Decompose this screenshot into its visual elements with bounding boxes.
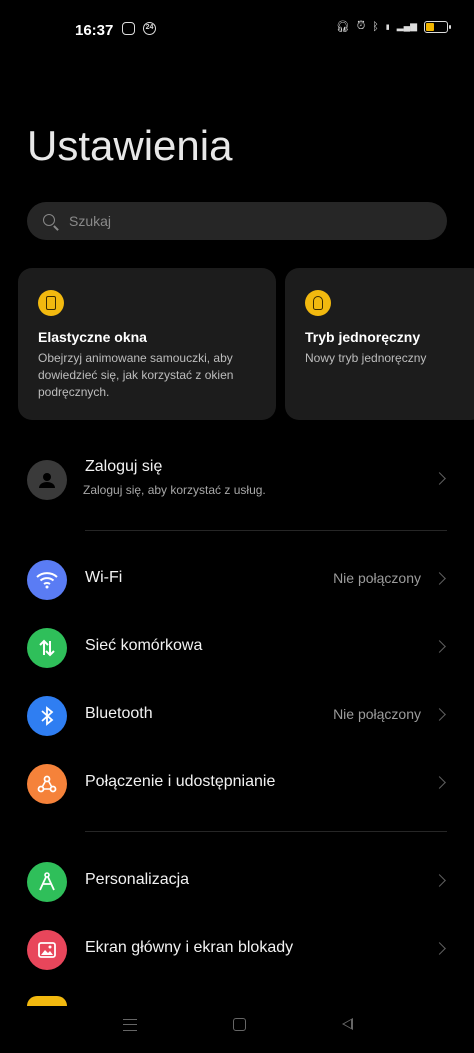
account-subtitle: Zaloguj się, aby korzystać z usług. [83,483,266,497]
account-title: Zaloguj się [85,458,163,475]
settings-item-label: Ekran główny i ekran blokady [85,939,294,956]
battery-icon [424,20,451,33]
instagram-icon [122,22,135,35]
settings-item-wifi[interactable]: Wi-Fi Nie połączony [0,550,474,610]
tip-card-flexible-windows[interactable]: Elastyczne okna Obejrzyj animowane samou… [18,268,276,420]
chevron-right-icon [433,640,446,653]
search-placeholder: Szukaj [69,213,112,229]
chevron-right-icon [433,708,446,721]
tip-title: Elastyczne okna [38,329,147,345]
volte-icon: ▮ [385,23,390,31]
headphones-icon: 🎧︎ [335,21,350,33]
page-title: Ustawienia [27,122,233,169]
settings-item-label: Wi-Fi [85,569,123,586]
notification-24-icon: 24 [143,22,156,35]
search-icon [43,214,55,226]
settings-item-label: Personalizacja [85,871,190,888]
mobile-data-icon [27,628,67,668]
bluetooth-icon: ᛒ [372,20,379,33]
settings-item-value: Nie połączony [333,570,421,586]
settings-item-home-lock-screen[interactable]: Ekran główny i ekran blokady [0,920,474,980]
wifi-icon [27,560,67,600]
one-hand-mode-icon [305,290,331,316]
tip-description: Nowy tryb jednoręczny [305,351,427,365]
settings-item-bluetooth[interactable]: Bluetooth Nie połączony [0,686,474,746]
settings-item-label: Połączenie i udostępnianie [85,773,276,790]
avatar-icon [27,460,67,500]
home-icon[interactable] [233,1018,246,1031]
flexible-window-icon [38,290,64,316]
settings-item-personalization[interactable]: Personalizacja [0,852,474,912]
settings-item-label: Sieć komórkowa [85,637,203,654]
navigation-bar [0,1000,474,1053]
account-row[interactable]: Zaloguj się Zaloguj się, aby korzystać z… [0,450,474,510]
personalization-icon [27,862,67,902]
bluetooth-icon [27,696,67,736]
search-input[interactable]: Szukaj [27,202,447,240]
chevron-right-icon [433,472,446,485]
chevron-right-icon [433,572,446,585]
status-bar: 16:37 24 🎧︎ ⏰︎ ᛒ ▮ ▂▄▆ [0,0,474,60]
signal-icon: ▂▄▆ [396,21,417,31]
home-lock-screen-icon [27,930,67,970]
status-time: 16:37 [75,22,114,39]
menu-icon[interactable] [123,1019,137,1031]
settings-item-mobile-network[interactable]: Sieć komórkowa [0,618,474,678]
chevron-right-icon [433,776,446,789]
divider [85,831,447,832]
chevron-right-icon [433,942,446,955]
alarm-icon: ⏰︎ [356,20,366,32]
status-left-icons: 24 [122,22,156,35]
battery-level [426,22,434,31]
divider [85,530,447,531]
tip-card-one-hand-mode[interactable]: Tryb jednoręczny Nowy tryb jednoręczny [285,268,474,420]
connection-sharing-icon [27,764,67,804]
status-right-icons: 🎧︎ ⏰︎ ᛒ ▮ ▂▄▆ [335,20,451,33]
settings-item-connection-sharing[interactable]: Połączenie i udostępnianie [0,754,474,814]
settings-item-label: Bluetooth [85,705,153,722]
tip-title: Tryb jednoręczny [305,329,421,345]
chevron-right-icon [433,874,446,887]
back-icon[interactable] [342,1018,353,1030]
tip-description: Obejrzyj animowane samouczki, aby dowied… [38,351,234,399]
settings-item-value: Nie połączony [333,706,421,722]
